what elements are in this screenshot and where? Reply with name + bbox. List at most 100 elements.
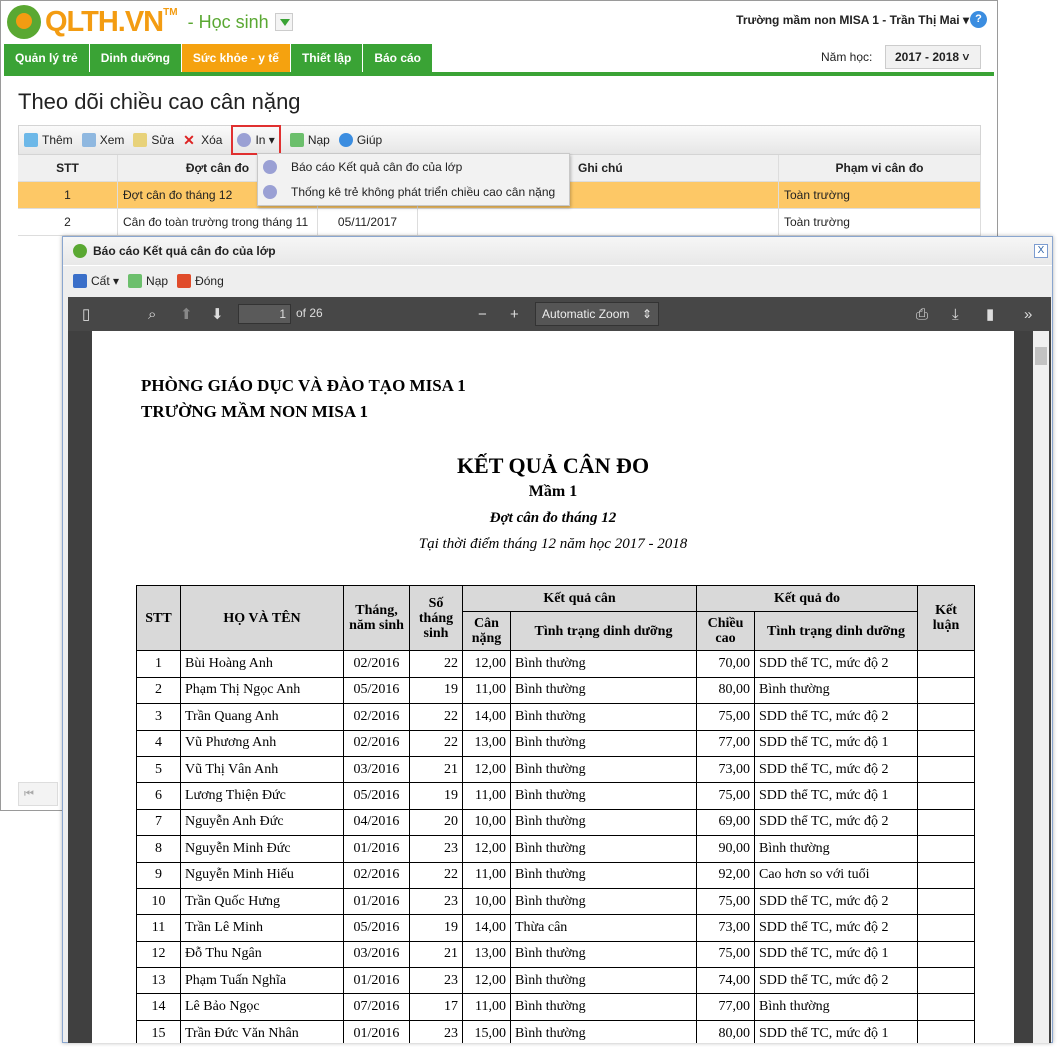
page-number-input[interactable]: 1 [238,304,291,324]
cell-height: 90,00 [696,835,755,863]
dialog-titlebar[interactable]: Báo cáo Kết quả cân đo của lớp [63,237,1052,265]
cell-conclusion [917,729,975,757]
tools-icon[interactable]: » [1024,306,1032,323]
th-dob: Tháng, năm sinh [343,584,410,652]
cell-stt: 9 [136,861,181,889]
dialog-toolbar: Cất ▾ Nạp Đóng [63,265,1052,295]
first-page-button[interactable]: ⏮ [18,782,58,806]
cell-conclusion [917,914,975,942]
download-icon[interactable]: ⤓ [952,306,959,323]
app-logo[interactable]: QLTH.VN TM - Học sinh [7,5,293,39]
cell-height-status: SDD thể TC, mức độ 1 [754,940,918,969]
vertical-scrollbar[interactable] [1033,331,1049,1043]
cell-name: Nguyễn Minh Đức [180,835,344,863]
save-button[interactable]: Cất ▾ [73,273,119,288]
cell-height-status: SDD thể TC, mức độ 1 [754,729,918,757]
cell-stt: 11 [136,914,181,942]
nav-dinh-duong[interactable]: Dinh dưỡng [89,44,182,73]
cell-weight-status: Bình thường [510,1019,697,1043]
page-title: Theo dõi chiều cao cân nặng [18,89,301,114]
prev-page-icon[interactable]: ⬆ [180,305,193,323]
year-select[interactable]: 2017 - 2018 ˅ [885,45,981,69]
search-icon[interactable]: ⌕ [148,306,156,323]
cell-weight-status: Bình thường [510,782,697,810]
cell-height: 69,00 [696,808,755,837]
zoom-select[interactable]: Automatic Zoom ⇕ [535,302,659,326]
cell-height: 80,00 [696,1019,755,1043]
delete-icon: ✕ [183,132,195,148]
print-icon[interactable]: ⎙ [916,306,928,323]
table-row: 14 Lê Bảo Ngọc 07/2016 17 11,00 Bình thường 77… [136,993,975,1021]
bookmark-icon[interactable]: ▮ [986,305,994,323]
reload-button[interactable]: Nạp [289,133,330,147]
cell-name: Phạm Tuấn Nghĩa [180,967,344,995]
next-page-icon[interactable]: ⬇ [211,305,224,323]
edit-label: Sửa [151,133,175,147]
table-row: 11 Trần Lê Minh 05/2016 19 14,00 Thừa cân 73,0… [136,914,975,942]
col-stt[interactable]: STT [18,155,118,181]
cell-weight: 10,00 [462,808,511,837]
cell-height-status: SDD thể TC, mức độ 1 [754,1019,918,1043]
th-conclusion: Kết luận [917,584,975,652]
cell-months: 19 [409,914,463,942]
user-menu[interactable]: Trường mầm non MISA 1 - Trần Thị Mai ▾ [736,13,969,27]
help-icon[interactable]: ? [970,11,987,28]
zoom-out-icon[interactable]: − [478,306,487,323]
cell-weight: 12,00 [462,835,511,863]
add-button[interactable]: Thêm [24,133,73,147]
cell-stt: 3 [136,703,181,731]
cell-height: 75,00 [696,887,755,916]
menu-item-class-report[interactable]: Báo cáo Kết quả cân đo của lớp [258,154,569,179]
table-row: 1 Bùi Hoàng Anh 02/2016 22 12,00 Bình thường 7… [136,650,975,678]
cell-height: 75,00 [696,782,755,810]
report-icon [263,159,277,174]
delete-label: Xóa [201,133,223,147]
scrollbar-thumb[interactable] [1035,347,1047,365]
nav-quan-ly-tre[interactable]: Quản lý trẻ [4,44,90,73]
nav-thiet-lap[interactable]: Thiết lập [290,44,364,73]
table-row: 6 Lương Thiện Đức 05/2016 19 11,00 Bình thườn… [136,782,975,810]
logo-icon [7,5,41,39]
close-label: Đóng [195,273,224,288]
logo-text: QLTH.VN [45,5,164,38]
cell-dob: 01/2016 [343,967,410,995]
delete-button[interactable]: ✕ Xóa [183,133,222,147]
cell-height-status: SDD thể TC, mức độ 2 [754,808,918,837]
cell-stt: 8 [136,835,181,863]
menu-item-growth-stats[interactable]: Thống kê trẻ không phát triển chiều cao … [258,179,569,204]
cell-weight: 13,00 [462,729,511,757]
close-icon[interactable]: X [1034,244,1048,258]
cell-dob: 01/2016 [343,887,410,916]
cell-name: Đỗ Thu Ngân [180,940,344,969]
cell-height: 92,00 [696,861,755,889]
nav-suc-khoe[interactable]: Sức khỏe - y tế [181,44,291,73]
help-button[interactable]: Giúp [338,133,382,147]
year-value: 2017 - 2018 [895,50,960,64]
cell-weight: 11,00 [462,782,511,810]
org-name: PHÒNG GIÁO DỤC VÀ ĐÀO TẠO MISA 1 [141,376,466,395]
cell: Toàn trường [779,209,981,235]
power-icon [177,273,192,288]
col-pham-vi[interactable]: Phạm vi cân đo [779,155,981,181]
view-button[interactable]: Xem [81,133,124,147]
module-name: - Học sinh [187,11,269,32]
cell-conclusion [917,676,975,705]
close-button[interactable]: Đóng [177,273,224,288]
view-icon [81,133,96,147]
sidebar-toggle-icon[interactable]: ▯ [82,305,90,323]
nav-bao-cao[interactable]: Báo cáo [363,44,433,73]
main-nav: Quản lý trẻ Dinh dưỡng Sức khỏe - y tế T… [4,44,433,73]
module-dropdown-icon[interactable] [274,13,293,31]
cell-months: 23 [409,835,463,863]
cell-weight-status: Bình thường [510,650,697,678]
cell-weight-status: Bình thường [510,676,697,705]
zoom-in-icon[interactable]: + [510,306,519,323]
edit-button[interactable]: Sửa [133,133,174,147]
pdf-page: PHÒNG GIÁO DỤC VÀ ĐÀO TẠO MISA 1 TRƯỜNG … [92,331,1014,1043]
print-button[interactable]: In ▾ [231,125,281,155]
cell-height-status: SDD thể TC, mức độ 2 [754,967,918,995]
cell: 2 [18,209,118,235]
reload-button[interactable]: Nạp [128,273,168,288]
cell-stt: 5 [136,755,181,784]
table-row[interactable]: 2 Cân đo toàn trường trong tháng 11 05/1… [18,209,981,236]
